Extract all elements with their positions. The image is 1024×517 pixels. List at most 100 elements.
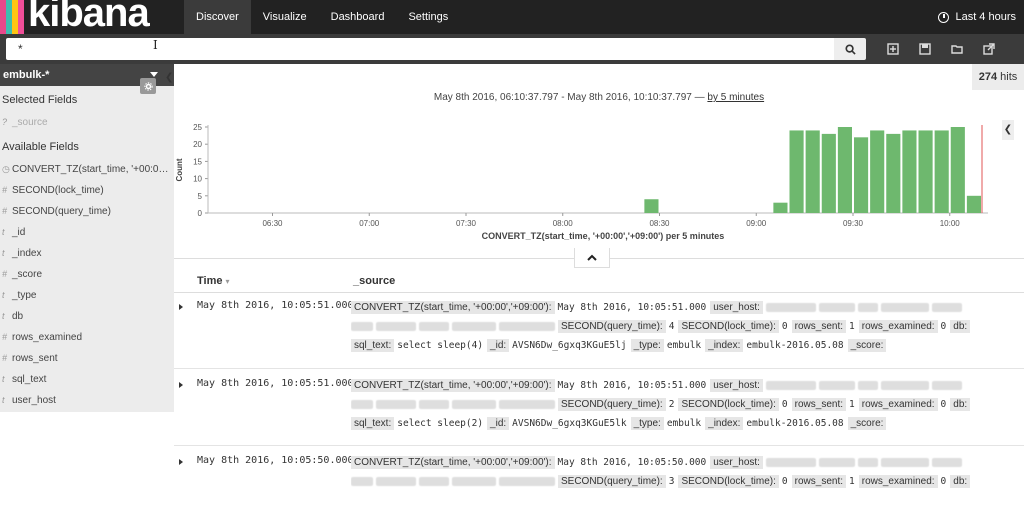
field-value: embulk (666, 340, 702, 351)
histogram-bar[interactable] (950, 127, 965, 213)
histogram-bar[interactable] (918, 130, 933, 213)
sort-down-icon[interactable]: ▾ (226, 277, 230, 286)
y-tick-label: 10 (193, 175, 202, 184)
field-type-icon: # (2, 206, 8, 216)
field-key: db: (950, 475, 971, 488)
sidebar-field-item[interactable]: t _type (0, 285, 174, 306)
redacted-value (765, 457, 816, 467)
sidebar-field-item[interactable]: # _score (0, 264, 174, 285)
histogram-bar[interactable] (837, 127, 852, 213)
field-key: sql_text: (351, 417, 395, 430)
redacted-value (931, 457, 962, 467)
histogram-bar[interactable] (934, 130, 949, 213)
time-range-label: May 8th 2016, 06:10:37.797 - May 8th 201… (433, 92, 705, 103)
caret-down-icon (150, 72, 158, 77)
kibana-logo[interactable]: kibana (0, 0, 184, 34)
hits-label: hits (1000, 71, 1018, 83)
nav-settings[interactable]: Settings (396, 0, 460, 34)
field-value: 0 (940, 321, 947, 332)
time-range-text: May 8th 2016, 06:10:37.797 - May 8th 201… (174, 92, 1024, 103)
new-search-icon[interactable] (884, 40, 902, 58)
field-key: SECOND(lock_time): (678, 398, 779, 411)
search-input[interactable] (6, 38, 834, 60)
search-button[interactable] (834, 38, 866, 60)
histogram-bar[interactable] (886, 133, 901, 213)
histogram-bar[interactable] (902, 130, 917, 213)
histogram-bar[interactable] (821, 133, 836, 213)
time-column-header[interactable]: Time ▾ (197, 275, 230, 287)
clock-icon (938, 11, 950, 23)
field-settings-button[interactable] (140, 78, 156, 94)
share-icon[interactable] (980, 40, 998, 58)
redacted-value (499, 476, 555, 486)
redacted-value (857, 380, 878, 390)
sidebar-field-item[interactable]: # SECOND(lock_time) (0, 180, 174, 201)
histogram-bar[interactable] (789, 130, 804, 213)
sidebar-field-item[interactable]: t _index (0, 243, 174, 264)
sidebar-field-item[interactable]: # SECOND(query_time) (0, 201, 174, 222)
histogram-bar[interactable] (644, 199, 659, 213)
histogram-bar[interactable] (966, 195, 981, 213)
interval-link[interactable]: by 5 minutes (707, 92, 764, 103)
field-name: SECOND(lock_time) (12, 185, 104, 196)
field-type-icon: t (2, 227, 5, 237)
nav-visualize[interactable]: Visualize (251, 0, 319, 34)
sidebar-field-item[interactable]: # rows_examined (0, 327, 174, 348)
save-icon[interactable] (916, 40, 934, 58)
x-tick-label: 07:00 (359, 219, 380, 228)
row-time: May 8th 2016, 10:05:50.000 (197, 455, 354, 466)
field-key: SECOND(query_time): (558, 320, 666, 333)
x-tick-label: 10:00 (940, 219, 961, 228)
field-key: rows_examined: (858, 320, 938, 333)
row-time: May 8th 2016, 10:05:51.000 (197, 378, 354, 389)
field-type-icon: t (2, 248, 5, 258)
selected-field-source[interactable]: ? _source (0, 112, 174, 133)
chart-collapse-chevron-icon[interactable]: ❮ (1002, 120, 1014, 140)
collapse-sidebar-chevron-icon[interactable]: ❮ (165, 72, 173, 83)
field-value: select sleep(4) (397, 340, 484, 351)
chevron-up-icon (587, 254, 597, 261)
histogram-bar[interactable] (870, 130, 885, 213)
field-key: SECOND(query_time): (558, 475, 666, 488)
field-key: _score: (847, 339, 887, 352)
field-type-icon: ◷ (2, 164, 10, 174)
sidebar-field-item[interactable]: t db (0, 306, 174, 327)
nav-discover[interactable]: Discover (184, 0, 251, 34)
x-axis-label: CONVERT_TZ(start_time, '+00:00','+09:00'… (482, 231, 725, 241)
redacted-value (351, 321, 373, 331)
table-row[interactable]: May 8th 2016, 10:05:50.000 CONVERT_TZ(st… (174, 455, 1024, 517)
table-row[interactable]: May 8th 2016, 10:05:51.000 CONVERT_TZ(st… (174, 378, 1024, 440)
field-key: rows_sent: (791, 320, 846, 333)
histogram-bar[interactable] (805, 130, 820, 213)
field-name: rows_sent (12, 353, 58, 364)
expand-row-icon[interactable] (179, 304, 183, 310)
field-key: user_host: (710, 379, 763, 392)
x-tick-label: 08:00 (553, 219, 574, 228)
open-icon[interactable] (948, 40, 966, 58)
histogram-bar[interactable] (773, 202, 788, 213)
field-value: 4 (668, 321, 675, 332)
redacted-value (351, 399, 373, 409)
sidebar-field-item[interactable]: t sql_text (0, 369, 174, 390)
expand-row-icon[interactable] (179, 382, 183, 388)
time-picker[interactable]: Last 4 hours (938, 0, 1016, 34)
sidebar-field-item[interactable]: t _id (0, 222, 174, 243)
available-fields-list: ◷ CONVERT_TZ(start_time, '+00:00'... # SECO… (0, 159, 174, 411)
toggle-chart-button[interactable] (574, 248, 610, 268)
redacted-value (818, 302, 855, 312)
field-value: embulk (666, 418, 702, 429)
histogram-bar[interactable] (854, 137, 869, 213)
field-value: 1 (849, 476, 855, 487)
field-value: 0 (940, 476, 947, 487)
field-key: sql_text: (351, 339, 395, 352)
nav-dashboard[interactable]: Dashboard (319, 0, 397, 34)
field-value: embulk-2016.05.08 (746, 340, 844, 351)
row-source: CONVERT_TZ(start_time, '+00:00','+09:00'… (351, 298, 1001, 355)
sidebar-field-item[interactable]: # rows_sent (0, 348, 174, 369)
y-tick-label: 0 (198, 209, 203, 218)
sidebar-field-item[interactable]: ◷ CONVERT_TZ(start_time, '+00:00'... (0, 159, 174, 180)
expand-row-icon[interactable] (179, 459, 183, 465)
histogram-chart[interactable]: 0 5 10 15 20 25 06:30 07:00 07:30 08:00 08:30 09:00… (174, 108, 1014, 248)
table-row[interactable]: May 8th 2016, 10:05:51.000 CONVERT_TZ(st… (174, 300, 1024, 362)
sidebar-field-item[interactable]: t user_host (0, 390, 174, 411)
